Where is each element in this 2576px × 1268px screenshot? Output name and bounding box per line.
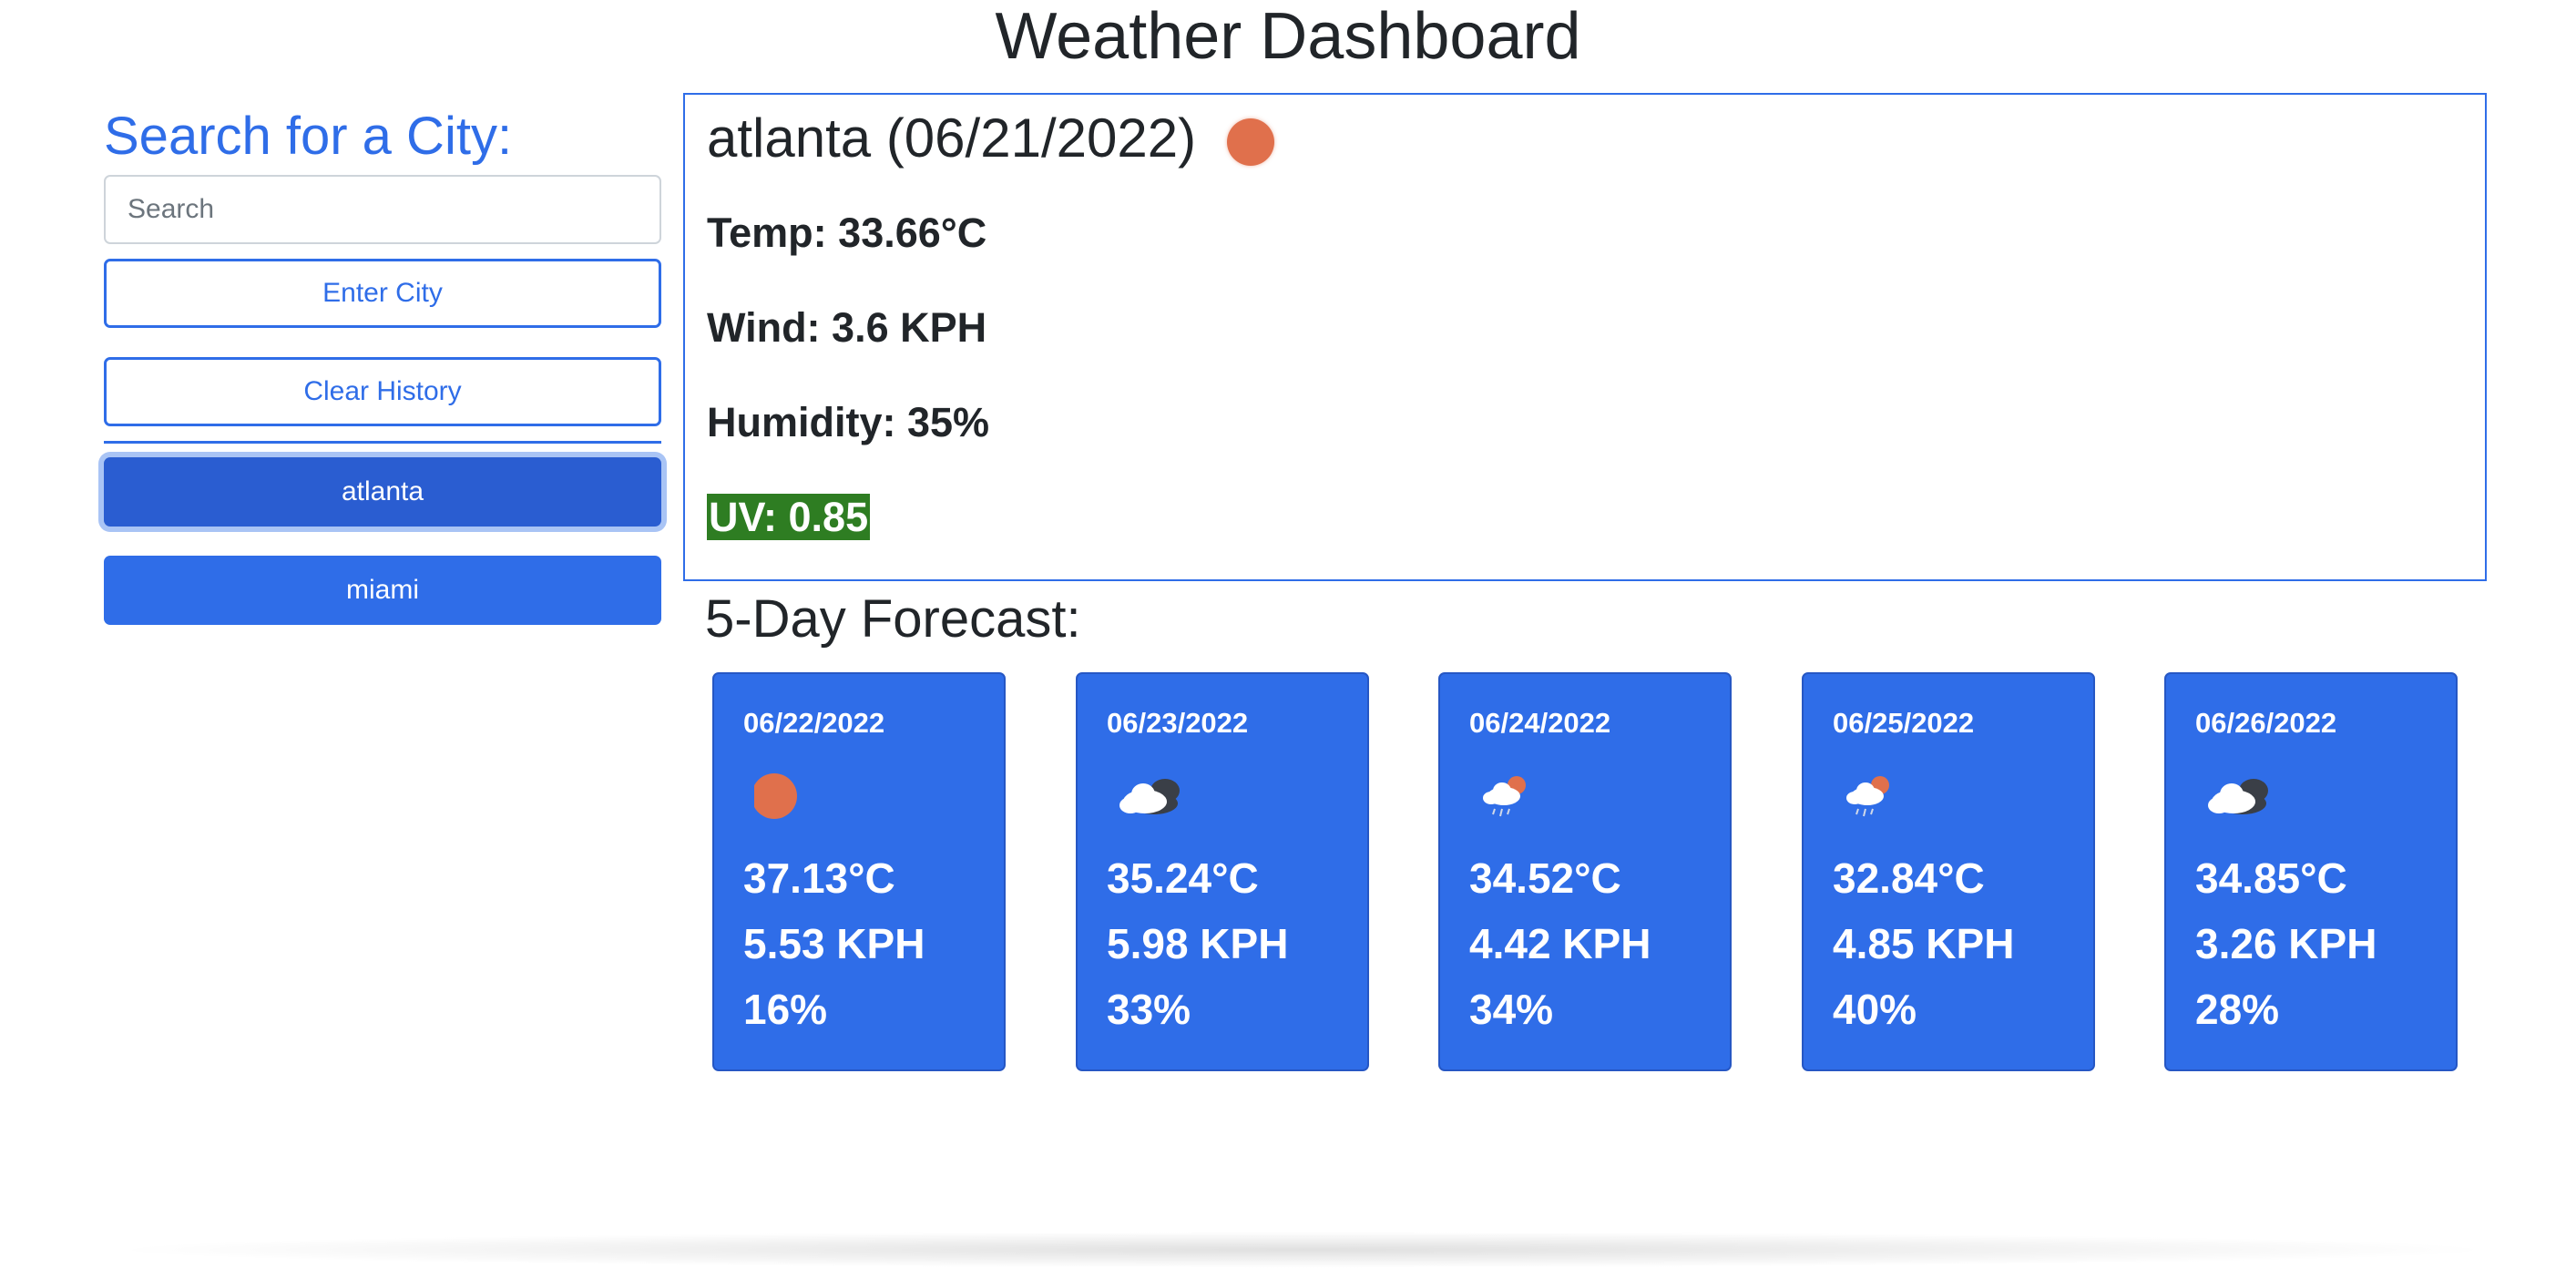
rain-sun-icon	[1846, 776, 1889, 817]
forecast-card: 06/23/2022 35.24°C 5.98 KPH 33%	[1076, 672, 1369, 1071]
forecast-wind: 5.53 KPH	[743, 920, 925, 967]
clear-history-button[interactable]: Clear History	[104, 357, 661, 426]
current-weather-panel: atlanta (06/21/2022) Temp: 33.66°C Wind:…	[683, 93, 2487, 581]
forecast-card: 06/26/2022 34.85°C 3.26 KPH 28%	[2164, 672, 2458, 1071]
current-wind: Wind: 3.6 KPH	[707, 304, 987, 351]
forecast-humidity: 33%	[1107, 986, 1191, 1033]
search-input[interactable]	[104, 175, 661, 244]
forecast-humidity: 34%	[1469, 986, 1554, 1033]
current-city-date: atlanta (06/21/2022)	[707, 107, 1197, 169]
forecast-date: 06/25/2022	[1833, 707, 1975, 739]
forecast-temp: 35.24°C	[1107, 854, 1259, 902]
forecast-card: 06/25/2022 32.84°C 4.85 KPH 40%	[1802, 672, 2095, 1071]
page-title: Weather Dashboard	[995, 0, 1581, 73]
current-temp: Temp: 33.66°C	[707, 210, 987, 256]
forecast-card: 06/24/2022 34.52°C 4.42 KPH 34%	[1438, 672, 1732, 1071]
forecast-temp: 37.13°C	[743, 854, 895, 902]
forecast-temp: 32.84°C	[1833, 854, 1985, 902]
current-uv: UV: 0.85	[707, 490, 871, 545]
sun-icon	[754, 773, 797, 819]
current-city-heading: atlanta (06/21/2022)	[707, 102, 1275, 175]
uv-badge: UV: 0.85	[707, 494, 871, 540]
rain-sun-icon	[1483, 776, 1526, 817]
forecast-humidity: 28%	[2195, 986, 2280, 1033]
sun-icon	[1227, 118, 1275, 167]
cloud-icon	[1119, 779, 1180, 814]
forecast-wind: 5.98 KPH	[1107, 920, 1289, 967]
forecast-wind: 4.42 KPH	[1469, 920, 1651, 967]
enter-city-button[interactable]: Enter City	[104, 259, 661, 328]
current-humidity: Humidity: 35%	[707, 399, 990, 445]
forecast-wind: 4.85 KPH	[1833, 920, 2015, 967]
forecast-humidity: 40%	[1833, 986, 1917, 1033]
forecast-date: 06/26/2022	[2195, 707, 2337, 739]
history-divider	[104, 441, 661, 444]
forecast-temp: 34.85°C	[2195, 854, 2347, 902]
cloud-icon	[2208, 779, 2268, 814]
forecast-date: 06/22/2022	[743, 707, 885, 739]
forecast-humidity: 16%	[743, 986, 828, 1033]
forecast-wind: 3.26 KPH	[2195, 920, 2377, 967]
forecast-date: 06/23/2022	[1107, 707, 1249, 739]
forecast-date: 06/24/2022	[1469, 707, 1611, 739]
footer-shadow	[100, 1232, 2505, 1268]
forecast-temp: 34.52°C	[1469, 854, 1621, 902]
search-heading: Search for a City:	[104, 107, 513, 166]
history-item-miami[interactable]: miami	[104, 556, 661, 625]
forecast-card: 06/22/2022 37.13°C 5.53 KPH 16%	[712, 672, 1006, 1071]
history-item-atlanta[interactable]: atlanta	[104, 457, 661, 527]
forecast-heading: 5-Day Forecast:	[705, 589, 1081, 649]
